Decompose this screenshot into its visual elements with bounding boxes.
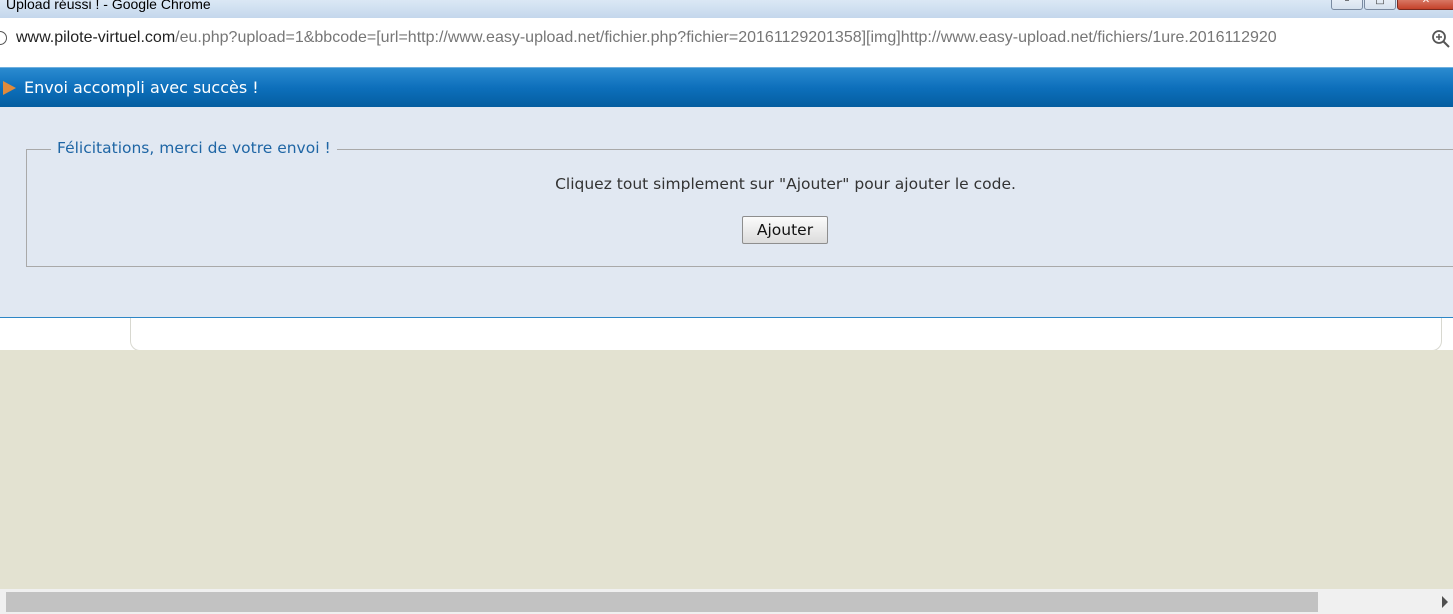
window-titlebar: Upload réussi ! - Google Chrome – □ ✕ [0,0,1453,18]
page-background [0,350,1453,589]
close-button[interactable]: ✕ [1397,0,1453,10]
close-icon: ✕ [1421,0,1431,6]
scrollbar-thumb[interactable] [6,592,1318,612]
horizontal-scrollbar[interactable] [0,589,1453,614]
address-bar[interactable]: www.pilote-virtuel.com/eu.php?upload=1&b… [0,18,1453,61]
maximize-button[interactable]: □ [1364,0,1396,10]
success-header: Envoi accompli avec succès ! [0,67,1453,108]
header-title: Envoi accompli avec succès ! [24,78,259,97]
add-button[interactable]: Ajouter [742,216,828,244]
scroll-right-icon[interactable] [1442,596,1448,608]
url-path: /eu.php?upload=1&bbcode=[url=http://www.… [175,29,1277,46]
minimize-icon: – [1344,0,1350,6]
fieldset-legend: Félicitations, merci de votre envoi ! [51,139,337,157]
zoom-icon[interactable] [1431,29,1451,49]
url-host: www.pilote-virtuel.com [16,29,176,46]
minimize-button[interactable]: – [1331,0,1363,10]
congrats-fieldset: Félicitations, merci de votre envoi ! Cl… [26,139,1453,267]
page-top-gap [0,60,1453,67]
arrow-icon [3,81,16,95]
window-title: Upload réussi ! - Google Chrome [6,0,211,12]
info-icon[interactable] [0,31,7,45]
content-panel: Félicitations, merci de votre envoi ! Cl… [0,107,1453,318]
url-text[interactable]: www.pilote-virtuel.com/eu.php?upload=1&b… [16,29,1277,47]
content-bottom-tab [130,318,1442,351]
maximize-icon: □ [1375,0,1385,6]
instruction-text: Cliquez tout simplement sur "Ajouter" po… [555,175,1016,193]
